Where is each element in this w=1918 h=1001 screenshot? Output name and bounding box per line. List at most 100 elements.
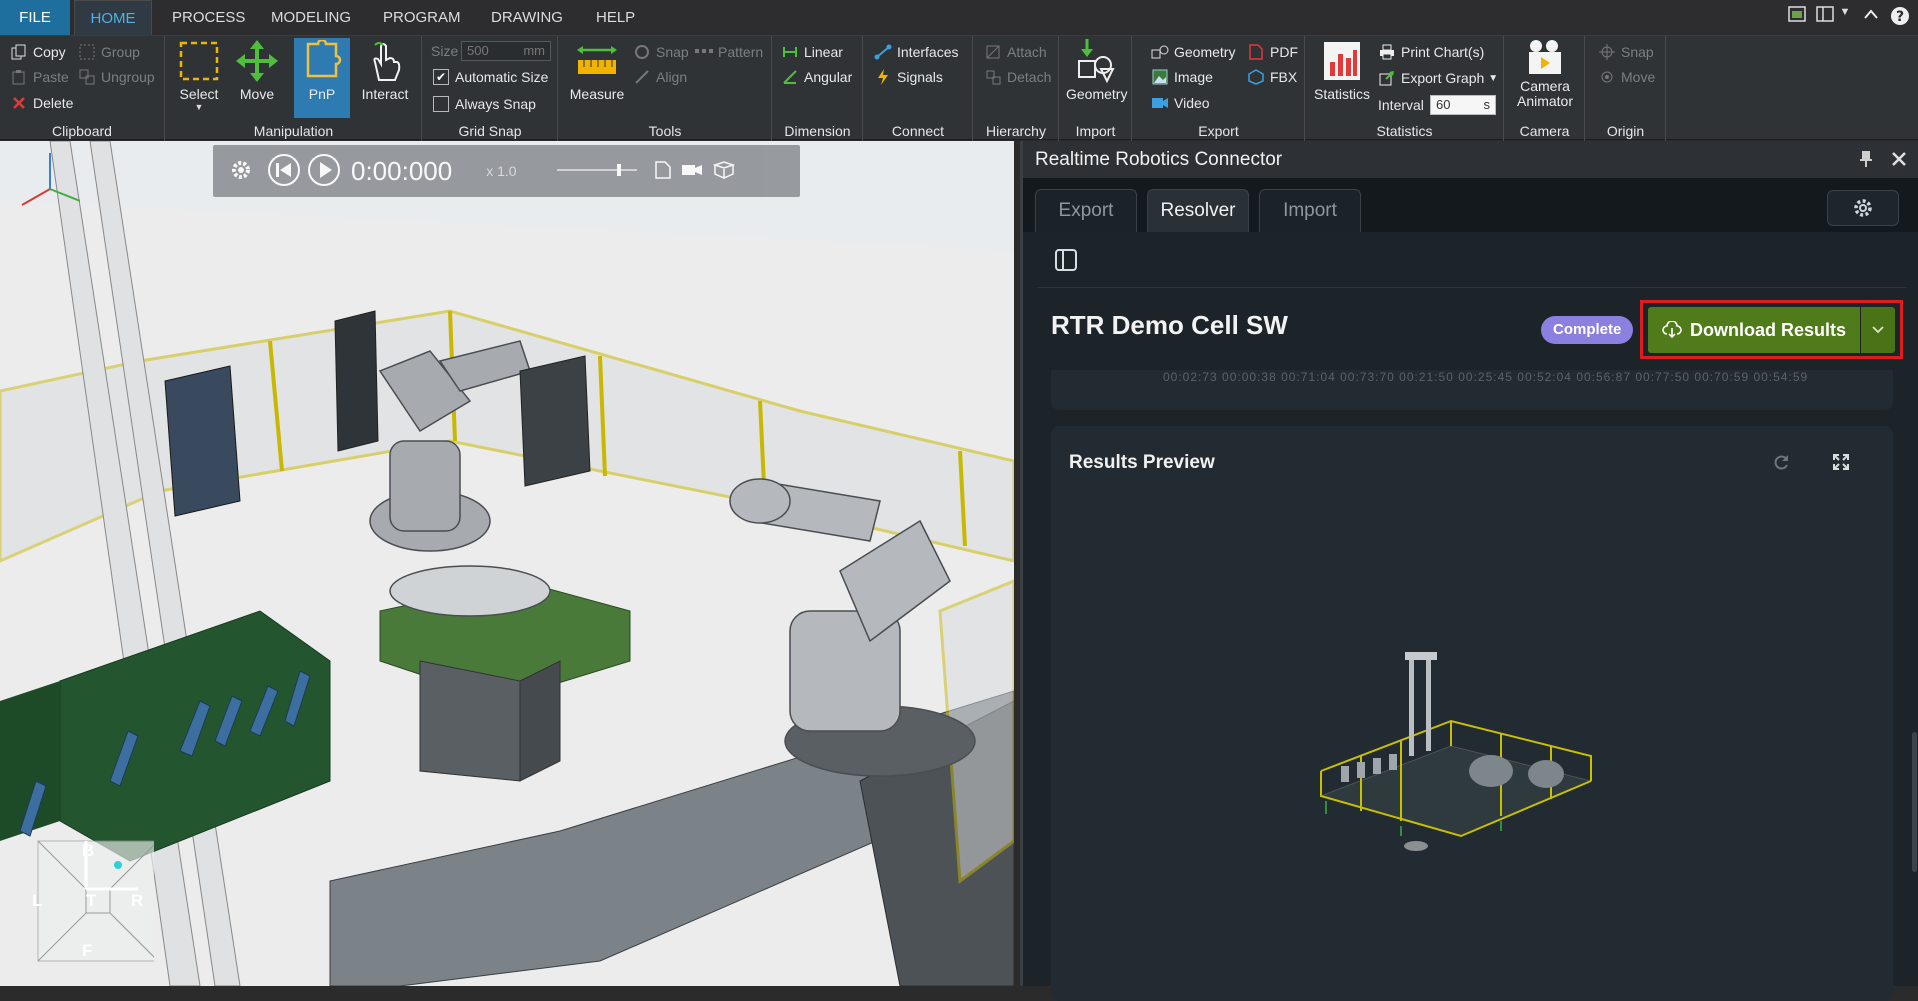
panel-layout-icon[interactable]	[1814, 6, 1836, 28]
download-options-dropdown[interactable]	[1861, 307, 1895, 353]
linear-button[interactable]: Linear	[781, 42, 843, 62]
origin-move-icon	[1598, 68, 1616, 86]
tab-program[interactable]: PROGRAM	[369, 0, 475, 35]
signals-button[interactable]: Signals	[874, 67, 943, 87]
tools-snap-button[interactable]: Snap	[633, 42, 689, 62]
layout-dropdown-icon[interactable]: ▼	[1838, 6, 1852, 28]
toggle-sidebar-icon[interactable]	[1051, 245, 1081, 275]
tab-file[interactable]: FILE	[0, 0, 70, 35]
results-preview-render	[1319, 652, 1593, 851]
statistics-button[interactable]: Statistics	[1310, 38, 1374, 118]
copy-button[interactable]: Copy	[10, 42, 66, 62]
navcube-front-face[interactable]: F	[82, 941, 92, 961]
pdf-export-icon[interactable]	[654, 160, 671, 182]
group-title-statistics: Statistics	[1376, 123, 1433, 139]
group-title-grid-snap: Grid Snap	[458, 123, 522, 139]
paste-button[interactable]: Paste	[10, 67, 69, 87]
3d-viewport[interactable]: 0:00:000 x 1.0 B L T R F	[0, 141, 1014, 986]
axis-triad-icon	[21, 153, 80, 206]
download-results-button[interactable]: Download Results	[1648, 307, 1860, 353]
interfaces-button[interactable]: Interfaces	[874, 42, 958, 62]
group-origin: Snap Move Origin	[1586, 36, 1666, 141]
measure-button[interactable]: Measure	[567, 38, 627, 118]
rewind-icon[interactable]	[267, 153, 301, 190]
attach-button[interactable]: Attach	[984, 42, 1047, 62]
sim-settings-gear-icon[interactable]	[229, 158, 253, 185]
navcube-back-face[interactable]: B	[82, 841, 94, 861]
record-video-icon[interactable]	[681, 163, 703, 180]
export-graph-button[interactable]: Export Graph ▼	[1378, 68, 1498, 88]
attach-label: Attach	[1007, 44, 1047, 60]
attach-icon	[984, 43, 1002, 61]
interact-button[interactable]: Interact	[356, 38, 414, 118]
import-geometry-label: Geometry	[1066, 86, 1128, 102]
divider	[1037, 287, 1907, 288]
navcube-left-face[interactable]: L	[32, 891, 42, 911]
select-button[interactable]: Select ▼	[174, 38, 224, 118]
tab-import[interactable]: Import	[1259, 189, 1361, 232]
export-fbx-button[interactable]: FBX	[1247, 67, 1297, 87]
video-camera-icon	[1151, 94, 1169, 112]
navigation-cube[interactable]: B L T R F	[18, 831, 159, 967]
angular-dimension-icon	[781, 68, 799, 86]
always-snap-checkbox[interactable]: Always Snap	[433, 94, 536, 114]
group-icon	[78, 43, 96, 61]
select-dropdown-icon[interactable]: ▼	[174, 102, 224, 112]
pattern-button[interactable]: Pattern	[695, 42, 763, 62]
export-geometry-button[interactable]: Geometry	[1151, 42, 1235, 62]
refresh-icon[interactable]	[1769, 450, 1793, 474]
tab-process[interactable]: PROCESS	[158, 0, 259, 35]
origin-snap-button[interactable]: Snap	[1598, 42, 1654, 62]
group-statistics: Statistics Print Chart(s) Export Graph ▼…	[1306, 36, 1504, 141]
export-pdf-button[interactable]: PDF	[1247, 42, 1298, 62]
import-geometry-button[interactable]: Geometry	[1066, 38, 1128, 118]
measure-ruler-icon	[574, 38, 620, 84]
cloud-download-icon	[1662, 321, 1682, 339]
move-icon	[234, 38, 280, 84]
signals-lightning-icon	[874, 68, 892, 86]
group-button[interactable]: Group	[78, 42, 140, 62]
download-highlight: Download Results	[1640, 300, 1903, 359]
grid-size-input[interactable]: 500 mm	[461, 41, 551, 61]
paste-icon	[10, 68, 28, 86]
camera-animator-button[interactable]: Camera Animator	[1511, 38, 1579, 118]
angular-button[interactable]: Angular	[781, 67, 852, 87]
group-title-camera: Camera	[1519, 123, 1570, 139]
settings-gear-icon	[1854, 199, 1872, 217]
resolver-content: RTR Demo Cell SW Complete Download Resul…	[1023, 232, 1918, 1001]
tab-export[interactable]: Export	[1035, 189, 1137, 232]
pnp-button[interactable]: PnP	[294, 38, 350, 118]
detach-button[interactable]: Detach	[984, 67, 1051, 87]
tab-resolver[interactable]: Resolver	[1147, 189, 1249, 232]
panel-scrollbar[interactable]	[1912, 732, 1917, 872]
play-icon[interactable]	[307, 153, 341, 190]
navcube-right-face[interactable]: R	[131, 891, 143, 911]
print-charts-button[interactable]: Print Chart(s)	[1378, 42, 1484, 62]
expand-icon[interactable]	[1829, 450, 1853, 474]
navcube-top-face[interactable]: T	[86, 891, 96, 911]
move-button[interactable]: Move	[232, 38, 282, 118]
tab-drawing[interactable]: DRAWING	[477, 0, 577, 35]
delete-button[interactable]: Delete	[10, 93, 73, 113]
tab-home[interactable]: HOME	[74, 0, 152, 35]
export-image-button[interactable]: Image	[1151, 67, 1213, 87]
export-video-button[interactable]: Video	[1151, 93, 1210, 113]
ungroup-button[interactable]: Ungroup	[78, 67, 155, 87]
pin-icon[interactable]	[1859, 141, 1873, 182]
automatic-size-checkbox[interactable]: ✔ Automatic Size	[433, 67, 548, 87]
export-graph-dropdown-icon[interactable]: ▼	[1488, 73, 1498, 84]
help-icon[interactable]: ?	[1888, 6, 1912, 28]
screen-layout-icon[interactable]	[1786, 6, 1808, 28]
interval-input[interactable]: 60 s	[1430, 95, 1496, 115]
export-3d-icon[interactable]	[712, 160, 735, 182]
close-panel-icon[interactable]	[1891, 141, 1907, 180]
collapse-ribbon-icon[interactable]	[1860, 6, 1882, 28]
tab-help[interactable]: HELP	[582, 0, 649, 35]
panel-settings-button[interactable]	[1827, 190, 1899, 226]
origin-move-button[interactable]: Move	[1598, 67, 1655, 87]
speed-slider[interactable]	[556, 162, 637, 181]
tab-modeling[interactable]: MODELING	[257, 0, 365, 35]
align-button[interactable]: Align	[633, 67, 687, 87]
origin-move-label: Move	[1621, 69, 1656, 85]
panel-title-bar: Realtime Robotics Connector	[1023, 141, 1918, 178]
